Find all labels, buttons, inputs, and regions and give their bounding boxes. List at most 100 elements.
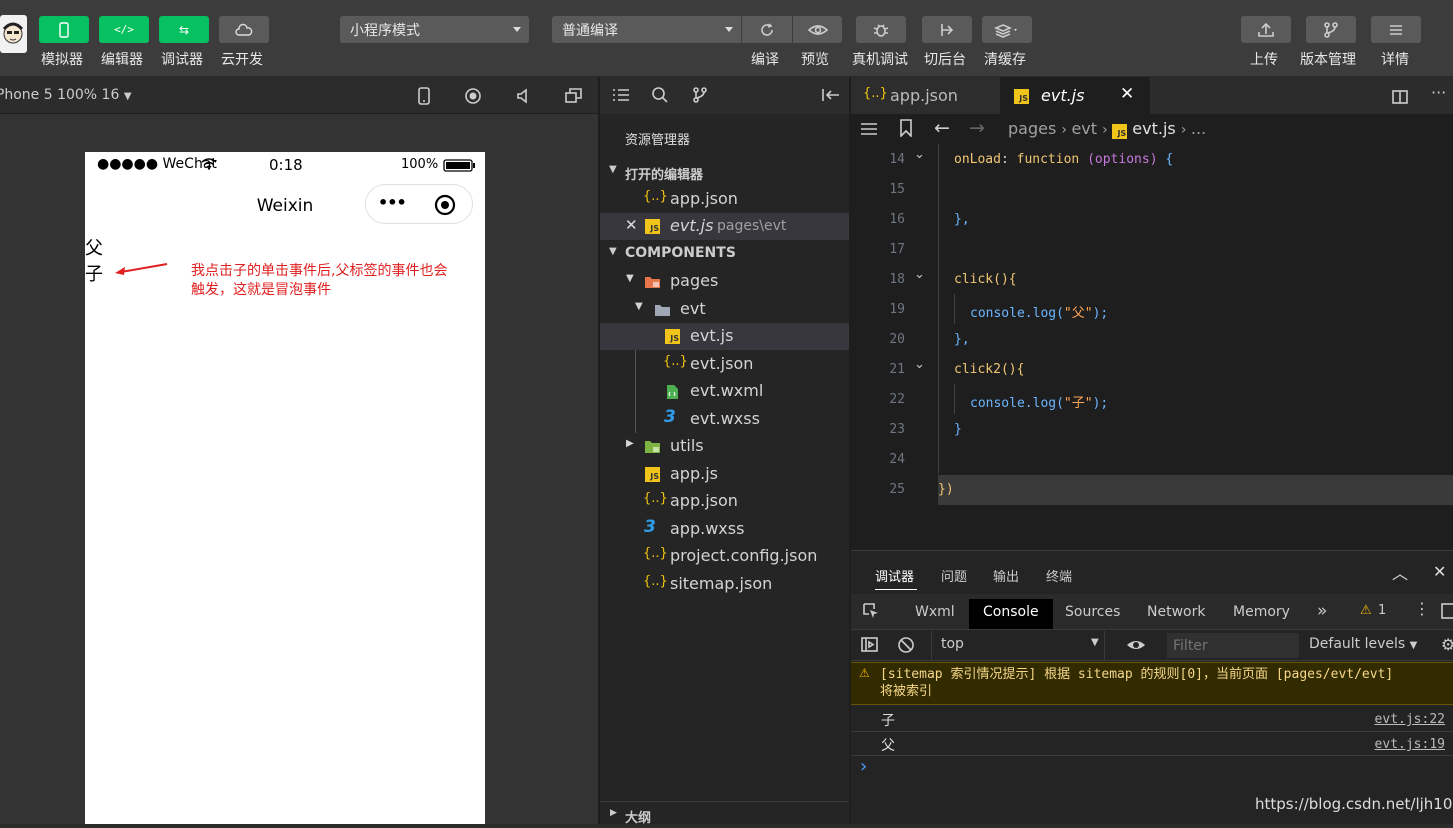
inspect-element-icon[interactable] (862, 602, 880, 620)
breadcrumb-item[interactable]: evt (1071, 119, 1097, 138)
tree-file-evt-wxml[interactable]: evt.wxml (600, 378, 849, 405)
record-icon[interactable] (464, 87, 482, 105)
close-panel-icon[interactable]: ✕ (1433, 562, 1446, 581)
child-view-text[interactable]: 子 (85, 260, 103, 286)
line-number: 14 (889, 152, 905, 167)
tree-file-project-config[interactable]: {..} project.config.json (600, 543, 849, 570)
chevron-down-icon: ▼ (609, 164, 617, 175)
kebab-menu-icon[interactable]: ⋮ (1414, 599, 1430, 618)
debugger-toggle-button[interactable]: ⇆ (159, 16, 209, 43)
compile-button[interactable] (742, 16, 792, 43)
back-arrow-icon[interactable]: ← (934, 117, 950, 139)
filter-input[interactable] (1167, 633, 1299, 658)
tab-output[interactable]: 输出 (993, 566, 1019, 585)
details-button[interactable] (1371, 16, 1421, 43)
tab-app-json[interactable]: {..} app.json (851, 77, 999, 114)
upload-button[interactable] (1241, 16, 1291, 43)
fold-chevron-icon[interactable]: ⌄ (914, 147, 925, 162)
tree-file-app-wxss[interactable]: 3 app.wxss (600, 516, 849, 543)
log-levels-select[interactable]: Default levels ▼ (1309, 636, 1417, 652)
json-file-icon: {..} (643, 574, 668, 589)
context-select[interactable]: top ▼ (931, 631, 1105, 661)
open-editors-header[interactable]: ▼ 打开的编辑器 (600, 159, 849, 186)
warning-line: 将被索引 (880, 684, 933, 699)
tab-console[interactable]: Console (969, 599, 1053, 629)
volume-icon[interactable] (515, 87, 533, 105)
console-prompt[interactable]: › (860, 756, 867, 777)
device-select[interactable]: iPhone 5 100% 16 ▼ (0, 87, 132, 103)
forward-arrow-icon[interactable]: → (969, 117, 985, 139)
warning-icon[interactable]: ⚠ (1360, 603, 1372, 618)
tab-evt-js[interactable]: JS evt.js ✕ (1000, 77, 1150, 114)
chevron-right-icon: › (1180, 122, 1191, 138)
tab-wxml[interactable]: Wxml (901, 599, 969, 629)
close-icon[interactable]: ✕ (625, 216, 638, 234)
breadcrumb-item[interactable]: pages (1008, 119, 1056, 138)
file-explorer: 资源管理器 ▼ 打开的编辑器 {..} app.json ✕ JS evt.js… (600, 77, 849, 826)
parent-view-text[interactable]: 父 (85, 234, 103, 260)
more-tabs-icon[interactable]: » (1303, 599, 1341, 629)
clear-console-icon[interactable] (897, 636, 915, 654)
code-area[interactable]: 14 15 16 17 18 19 20 21 22 23 24 25 ⌄ ⌄ … (851, 144, 1453, 505)
tree-file-app-json[interactable]: {..} app.json (600, 488, 849, 515)
tab-memory[interactable]: Memory (1219, 599, 1304, 629)
wxss-file-icon: 3 (664, 407, 676, 427)
project-header[interactable]: ▼ COMPONENTS (600, 241, 849, 268)
log-source-link[interactable]: evt.js:22 (1375, 712, 1445, 727)
dock-icon[interactable] (1441, 603, 1453, 619)
version-button[interactable] (1306, 16, 1356, 43)
collapse-panel-icon[interactable] (821, 87, 841, 103)
tree-file-evt-js[interactable]: JS evt.js (600, 323, 849, 350)
user-avatar[interactable] (0, 15, 27, 53)
tab-network[interactable]: Network (1133, 599, 1219, 629)
log-source-link[interactable]: evt.js:19 (1375, 737, 1445, 752)
tree-folder-utils[interactable]: ▶ utils (600, 433, 849, 460)
open-editor-item[interactable]: ✕ JS evt.js pages\evt (600, 213, 849, 240)
fold-chevron-icon[interactable]: ⌄ (914, 357, 925, 372)
tree-file-evt-wxss[interactable]: 3 evt.wxss (600, 406, 849, 433)
list-icon[interactable] (860, 121, 878, 137)
editor-toggle-button[interactable]: </> (99, 16, 149, 43)
capsule-button[interactable]: ••• (365, 184, 473, 224)
details-label: 详情 (1381, 52, 1409, 68)
search-icon[interactable] (651, 86, 669, 104)
tab-problems[interactable]: 问题 (941, 566, 967, 585)
more-icon[interactable]: ••• (378, 193, 407, 212)
tree-file-evt-json[interactable]: {..} evt.json (600, 351, 849, 378)
compile-mode-select[interactable]: 普通编译 (552, 16, 741, 43)
background-button[interactable] (922, 16, 972, 43)
tree-file-app-js[interactable]: JS app.js (600, 461, 849, 488)
breadcrumb-item[interactable]: evt.js (1132, 119, 1175, 138)
new-window-icon[interactable] (564, 87, 584, 105)
tab-sources[interactable]: Sources (1051, 599, 1134, 629)
phone-icon[interactable] (417, 87, 431, 105)
close-tab-icon[interactable]: ✕ (1120, 84, 1134, 104)
fold-chevron-icon[interactable]: ⌄ (914, 267, 925, 282)
close-mini-program-icon[interactable] (434, 194, 456, 216)
simulator-toggle-button[interactable] (39, 16, 89, 43)
maximize-panel-icon[interactable]: ︿ (1392, 560, 1408, 584)
tree-file-sitemap[interactable]: {..} sitemap.json (600, 571, 849, 598)
cloud-dev-button[interactable] (219, 16, 269, 43)
sidebar-toggle-icon[interactable] (861, 636, 879, 654)
tab-terminal[interactable]: 终端 (1046, 566, 1072, 585)
tab-debugger[interactable]: 调试器 (875, 566, 917, 590)
tree-folder-pages[interactable]: ▼ pages (600, 268, 849, 295)
eye-icon[interactable] (1125, 637, 1147, 653)
warning-count[interactable]: 1 (1378, 603, 1386, 618)
mode-select[interactable]: 小程序模式 (340, 16, 529, 43)
bookmark-icon[interactable] (899, 119, 913, 137)
source-control-icon[interactable] (691, 86, 709, 104)
chevron-down-icon: ▼ (1091, 637, 1099, 648)
gear-icon[interactable]: ⚙ (1441, 635, 1453, 654)
debugger-label: 调试器 (161, 52, 203, 68)
clear-cache-button[interactable] (982, 16, 1032, 43)
list-icon[interactable] (612, 87, 630, 103)
more-actions-icon[interactable]: ··· (1431, 83, 1446, 102)
remote-debug-button[interactable] (856, 16, 906, 43)
open-editor-item[interactable]: {..} app.json (600, 186, 849, 213)
preview-button[interactable] (793, 16, 842, 43)
tree-folder-evt[interactable]: ▼ evt (600, 296, 849, 323)
watermark: https://blog.csdn.net/ljh101 (1255, 795, 1453, 813)
split-editor-icon[interactable] (1391, 89, 1409, 105)
